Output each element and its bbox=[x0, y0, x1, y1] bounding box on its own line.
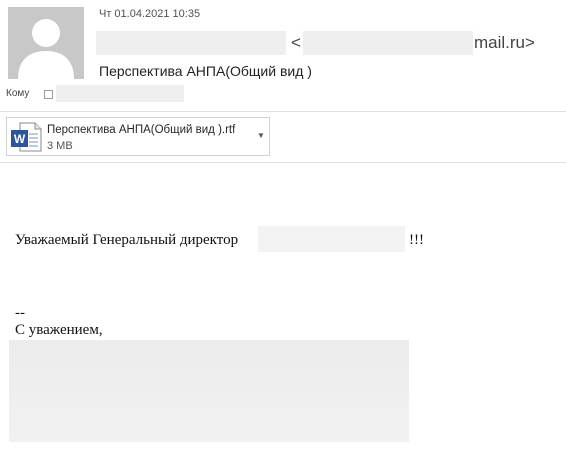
recipient-presence-icon bbox=[44, 90, 53, 99]
recipient-redacted[interactable] bbox=[56, 85, 184, 102]
body-exclamation: !!! bbox=[409, 232, 424, 248]
signature-redacted bbox=[9, 340, 409, 442]
chevron-down-icon[interactable]: ▼ bbox=[257, 131, 265, 140]
sender-name-redacted bbox=[96, 31, 286, 55]
sender-avatar[interactable] bbox=[8, 7, 84, 79]
signature-separator: -- bbox=[15, 305, 25, 321]
svg-text:W: W bbox=[14, 132, 26, 146]
body-greeting: Уважаемый Генеральный директор bbox=[15, 232, 239, 248]
director-name-redacted bbox=[258, 226, 405, 252]
signature-regards: С уважением, bbox=[15, 322, 103, 338]
email-subject: Перспектива АНПА(Общий вид ) bbox=[99, 63, 312, 79]
word-document-icon: W bbox=[10, 122, 42, 157]
sender-email-domain[interactable]: mail.ru> bbox=[474, 33, 535, 53]
sent-date: Чт 01.04.2021 10:35 bbox=[99, 8, 201, 20]
header-divider bbox=[0, 111, 566, 112]
to-label: Кому bbox=[6, 88, 30, 99]
attachment-card[interactable]: W Перспектива АНПА(Общий вид ).rtf 3 MB … bbox=[6, 117, 270, 156]
sender-email-redacted bbox=[303, 31, 473, 55]
attachment-divider bbox=[0, 162, 566, 163]
person-icon bbox=[8, 7, 84, 79]
attachment-file-name: Перспектива АНПА(Общий вид ).rtf bbox=[47, 124, 236, 136]
attachment-file-size: 3 MB bbox=[47, 140, 73, 152]
sender-email-open-bracket: < bbox=[291, 33, 301, 52]
